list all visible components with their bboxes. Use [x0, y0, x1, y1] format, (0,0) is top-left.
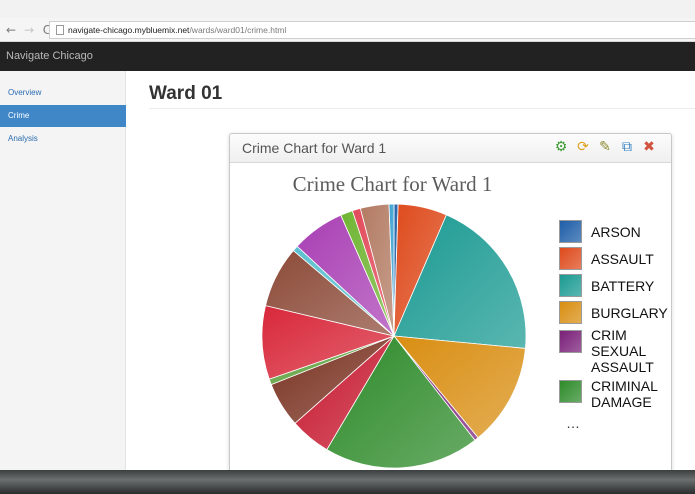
legend-label: ARSON: [591, 224, 641, 240]
tab-strip: [0, 0, 695, 18]
sidebar: Overview Crime Analysis: [0, 71, 126, 494]
legend-label: ASSAULT: [591, 251, 654, 267]
url-host: navigate-chicago.mybluemix.net: [68, 25, 190, 35]
legend-swatch: [559, 220, 582, 243]
legend-swatch: [559, 274, 582, 297]
sidebar-item-overview[interactable]: Overview: [0, 82, 126, 104]
legend-label: CRIM SEXUAL ASSAULT: [591, 327, 654, 375]
desktop-background: [0, 470, 695, 494]
legend-label: CRIMINAL DAMAGE: [591, 378, 658, 410]
legend-swatch: [559, 380, 582, 403]
forward-arrow-icon[interactable]: →: [22, 23, 36, 37]
widget-header: Crime Chart for Ward 1 ⚙ ⟳ ✎ ⧉ ✖: [230, 134, 671, 163]
legend-more[interactable]: …: [566, 415, 580, 431]
url-path: /wards/ward01/crime.html: [189, 25, 287, 35]
back-arrow-icon[interactable]: ←: [4, 23, 18, 37]
gear-icon[interactable]: ⚙: [553, 139, 569, 155]
title-divider: [149, 108, 695, 109]
refresh-icon[interactable]: ⟳: [575, 139, 591, 155]
sidebar-item-crime[interactable]: Crime: [0, 105, 126, 127]
browser-toolbar: ← → C navigate-chicago.mybluemix.net/war…: [0, 18, 695, 42]
brand-link[interactable]: Navigate Chicago: [6, 50, 93, 62]
edit-icon[interactable]: ✎: [597, 139, 613, 155]
widget-title: Crime Chart for Ward 1: [242, 140, 387, 156]
chart-title: Crime Chart for Ward 1: [292, 172, 493, 196]
legend-swatch: [559, 301, 582, 324]
close-icon[interactable]: ✖: [641, 139, 657, 155]
page-title: Ward 01: [149, 83, 223, 104]
app-navbar: Navigate Chicago: [0, 42, 695, 71]
legend-label: BURGLARY: [591, 305, 668, 321]
legend-label: BATTERY: [591, 278, 655, 294]
browser-window: ← → C navigate-chicago.mybluemix.net/war…: [0, 0, 695, 494]
address-bar[interactable]: navigate-chicago.mybluemix.net/wards/war…: [49, 21, 695, 39]
legend-swatch: [559, 247, 582, 270]
sidebar-item-analysis[interactable]: Analysis: [0, 128, 126, 150]
legend-swatch: [559, 330, 582, 353]
external-link-icon[interactable]: ⧉: [619, 139, 635, 155]
page-icon: [56, 25, 64, 35]
